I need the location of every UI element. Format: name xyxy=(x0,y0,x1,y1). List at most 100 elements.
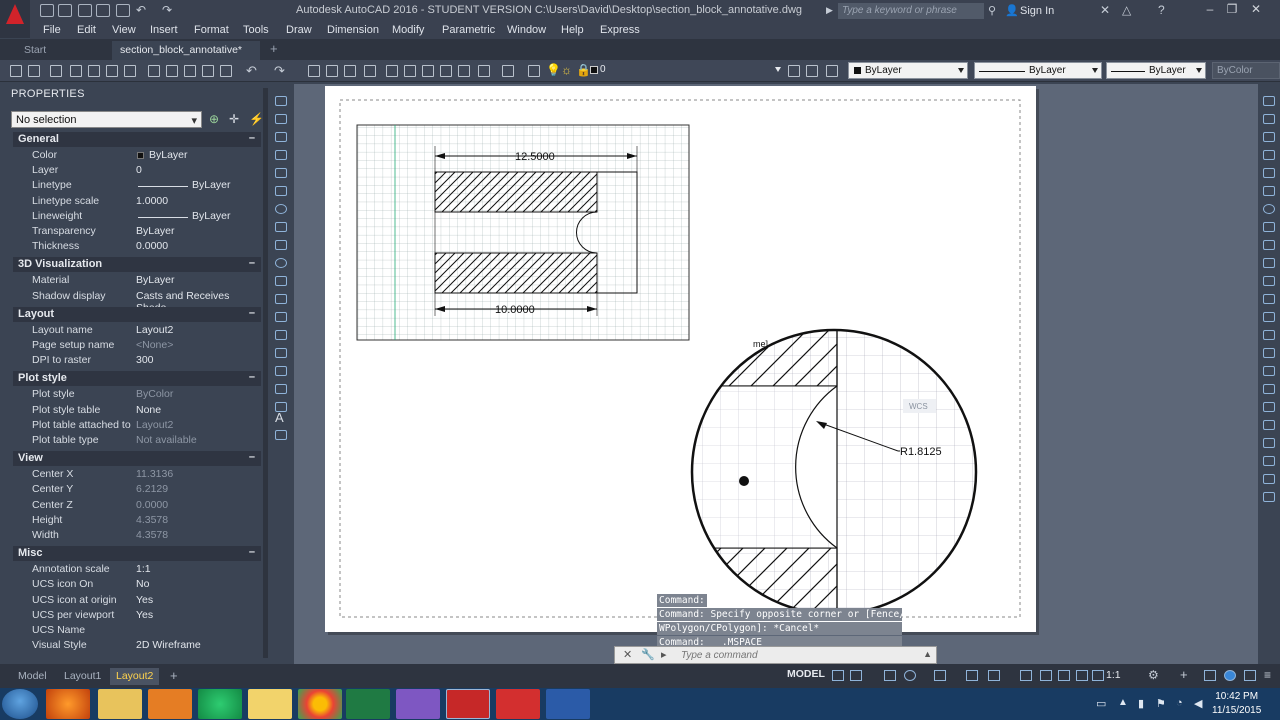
property-value-cell[interactable]: 0 xyxy=(136,164,142,176)
property-value-cell[interactable]: 6.2129 xyxy=(136,483,168,495)
clean-screen-icon[interactable] xyxy=(1244,670,1256,681)
add-layout-button[interactable]: + xyxy=(164,668,184,685)
menu-help[interactable]: Help xyxy=(561,24,584,36)
isolate-objects-icon[interactable] xyxy=(1204,670,1216,681)
arc-icon[interactable] xyxy=(275,186,287,196)
object-snap-icon[interactable] xyxy=(988,670,1000,681)
rectangle-icon[interactable] xyxy=(275,168,287,178)
chrome-icon[interactable] xyxy=(298,689,342,719)
property-value-cell[interactable]: 2D Wireframe xyxy=(136,639,201,651)
menu-dimension[interactable]: Dimension xyxy=(327,24,379,36)
minimize-button[interactable]: – xyxy=(1200,2,1220,18)
snap-icon[interactable] xyxy=(850,670,862,681)
array-icon[interactable] xyxy=(1263,168,1275,178)
property-value-cell[interactable]: Yes xyxy=(136,609,153,621)
saveas-icon[interactable] xyxy=(96,4,110,17)
property-value-cell[interactable]: Layout2 xyxy=(136,419,173,431)
info-arrow-icon[interactable]: ▶ xyxy=(826,5,833,16)
plot-icon[interactable] xyxy=(70,65,82,77)
draworder-front-icon[interactable] xyxy=(1263,438,1275,448)
menu-file[interactable]: File xyxy=(43,24,61,36)
3dprint-icon[interactable] xyxy=(124,65,136,77)
section-misc[interactable]: Misc – xyxy=(13,546,261,562)
break-at-point-icon[interactable] xyxy=(1263,294,1275,304)
copy-icon[interactable] xyxy=(166,65,178,77)
tool-palettes-icon[interactable] xyxy=(422,65,434,77)
markup-icon[interactable] xyxy=(458,65,470,77)
user-icon[interactable]: 👤 xyxy=(1005,4,1019,17)
property-value-cell[interactable]: 4.3578 xyxy=(136,514,168,526)
menu-window[interactable]: Window xyxy=(507,24,546,36)
quickcalc-icon[interactable] xyxy=(478,65,490,77)
break-icon[interactable] xyxy=(1263,312,1275,322)
copy-object-icon[interactable] xyxy=(1263,114,1275,124)
hatch-icon[interactable] xyxy=(275,348,287,358)
block-editor-icon[interactable] xyxy=(220,65,232,77)
annotation-visibility-icon[interactable] xyxy=(1092,670,1104,681)
section-layout[interactable]: Layout – xyxy=(13,306,261,322)
property-value-cell[interactable]: 1.0000 xyxy=(136,195,168,207)
property-value-cell[interactable]: ByLayer xyxy=(136,179,231,191)
multiline-text-icon[interactable]: A xyxy=(275,410,284,425)
layer-combo[interactable]: 0 xyxy=(548,62,784,79)
zoom-previous-icon[interactable] xyxy=(364,65,376,77)
layer-previous-icon[interactable] xyxy=(806,65,818,77)
tray-volume-icon[interactable]: ◀ xyxy=(1194,697,1202,710)
move-icon[interactable] xyxy=(1263,186,1275,196)
zoom-window-icon[interactable] xyxy=(344,65,356,77)
open-tool-icon[interactable] xyxy=(28,65,40,77)
circle-icon[interactable] xyxy=(275,204,287,214)
menu-format[interactable]: Format xyxy=(194,24,229,36)
line-icon[interactable] xyxy=(275,96,287,106)
firefox-icon[interactable] xyxy=(46,689,90,719)
property-value-cell[interactable]: <None> xyxy=(136,339,173,351)
model-paper-toggle[interactable]: MODEL xyxy=(787,668,825,680)
offset-icon[interactable] xyxy=(1263,150,1275,160)
property-value-cell[interactable]: 300 xyxy=(136,354,154,366)
autodesk-360-icon[interactable]: △ xyxy=(1122,3,1131,17)
menu-modify[interactable]: Modify xyxy=(392,24,424,36)
layout-tab-layout1[interactable]: Layout1 xyxy=(58,668,107,685)
toggle-pickadd-icon[interactable]: ⊕ xyxy=(209,112,219,126)
property-value-cell[interactable]: ByLayer xyxy=(136,225,175,237)
help-tool-icon[interactable] xyxy=(502,65,514,77)
word-icon[interactable] xyxy=(546,689,590,719)
save-tool-icon[interactable] xyxy=(50,65,62,77)
transparency-icon[interactable] xyxy=(1040,670,1052,681)
start-button[interactable] xyxy=(2,689,38,719)
acrobat-icon[interactable] xyxy=(496,689,540,719)
spotify-icon[interactable] xyxy=(198,689,242,719)
section-3d-visualization[interactable]: 3D Visualization – xyxy=(13,257,261,273)
media-icon[interactable] xyxy=(396,689,440,719)
property-value-cell[interactable]: Not available xyxy=(136,434,197,446)
property-value-cell[interactable]: 4.3578 xyxy=(136,529,168,541)
section-general[interactable]: General – xyxy=(13,132,261,147)
ellipse-icon[interactable] xyxy=(275,258,287,268)
collapse-icon[interactable]: – xyxy=(249,371,255,383)
tray-wifi-icon[interactable]: ◔ xyxy=(1176,697,1183,709)
tab-section-block-annotative[interactable]: section_block_annotative* xyxy=(112,41,260,60)
explorer-icon[interactable] xyxy=(98,689,142,719)
join-icon[interactable] xyxy=(1263,330,1275,340)
new-tab-button[interactable]: + xyxy=(262,41,286,60)
annotation-monitor-icon[interactable]: + xyxy=(1180,667,1188,682)
explode-icon[interactable] xyxy=(1263,402,1275,412)
insert-block-icon[interactable] xyxy=(275,294,287,304)
bring-above-icon[interactable] xyxy=(1263,474,1275,484)
property-value-cell[interactable]: 1:1 xyxy=(136,563,151,575)
binoculars-icon[interactable]: ⚲ xyxy=(988,4,996,17)
send-under-icon[interactable] xyxy=(1263,492,1275,502)
selection-cycling-icon[interactable] xyxy=(1058,670,1070,681)
tray-flag-icon[interactable]: ⚑ xyxy=(1156,697,1166,710)
object-snap-tracking-icon[interactable] xyxy=(966,670,978,681)
save-icon[interactable] xyxy=(78,4,92,17)
linetype-combo[interactable]: ByLayer xyxy=(974,62,1102,79)
lineweight-display-icon[interactable] xyxy=(1020,670,1032,681)
polar-icon[interactable] xyxy=(904,670,916,681)
construction-line-icon[interactable] xyxy=(275,114,287,124)
menu-draw[interactable]: Draw xyxy=(286,24,312,36)
property-value-cell[interactable]: ByLayer xyxy=(136,274,175,286)
rotate-icon[interactable] xyxy=(1263,204,1275,214)
isodraft-icon[interactable] xyxy=(934,670,946,681)
property-value-cell[interactable]: Yes xyxy=(136,594,153,606)
